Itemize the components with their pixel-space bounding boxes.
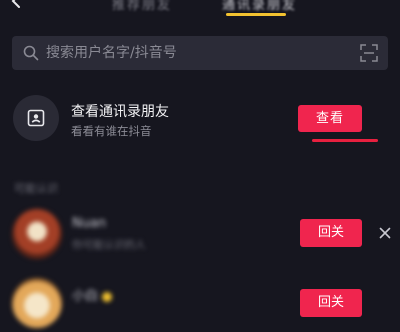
back-arrow-icon[interactable]: [8, 0, 24, 9]
scan-icon[interactable]: [360, 44, 378, 62]
follow-back-button[interactable]: 回关: [300, 219, 362, 247]
user-name: 小白: [72, 285, 113, 304]
user-row[interactable]: Nuan 你可能认识的人 回关: [0, 203, 400, 263]
contacts-book-icon: [27, 109, 45, 127]
tab-contacts-friends[interactable]: 通讯录朋友: [222, 0, 297, 13]
search-input[interactable]: [46, 36, 346, 70]
follow-back-button[interactable]: 回关: [300, 289, 362, 317]
top-bar: 推荐朋友 通讯录朋友: [0, 0, 400, 22]
verified-badge-icon: [102, 291, 113, 302]
search-bar: [12, 36, 388, 70]
user-subtitle: 你可能认识的人: [72, 239, 146, 251]
contacts-card-subtitle: 看看有谁在抖音: [71, 124, 152, 138]
avatar[interactable]: [12, 209, 62, 259]
search-icon: [23, 45, 39, 61]
close-icon[interactable]: [379, 227, 391, 239]
contacts-book-icon-container: [13, 95, 59, 141]
tab-recommended-friends[interactable]: 推荐朋友: [112, 0, 172, 13]
active-tab-indicator: [226, 13, 286, 16]
user-name: Nuan: [72, 216, 107, 231]
user-row[interactable]: 小白 回关: [0, 272, 400, 332]
view-contacts-button[interactable]: 查看: [298, 105, 362, 132]
section-header: 可能认识: [14, 182, 58, 195]
avatar[interactable]: [12, 278, 62, 328]
view-button-underline-annotation: [312, 139, 378, 142]
contacts-card-title: 查看通讯录朋友: [71, 104, 169, 120]
